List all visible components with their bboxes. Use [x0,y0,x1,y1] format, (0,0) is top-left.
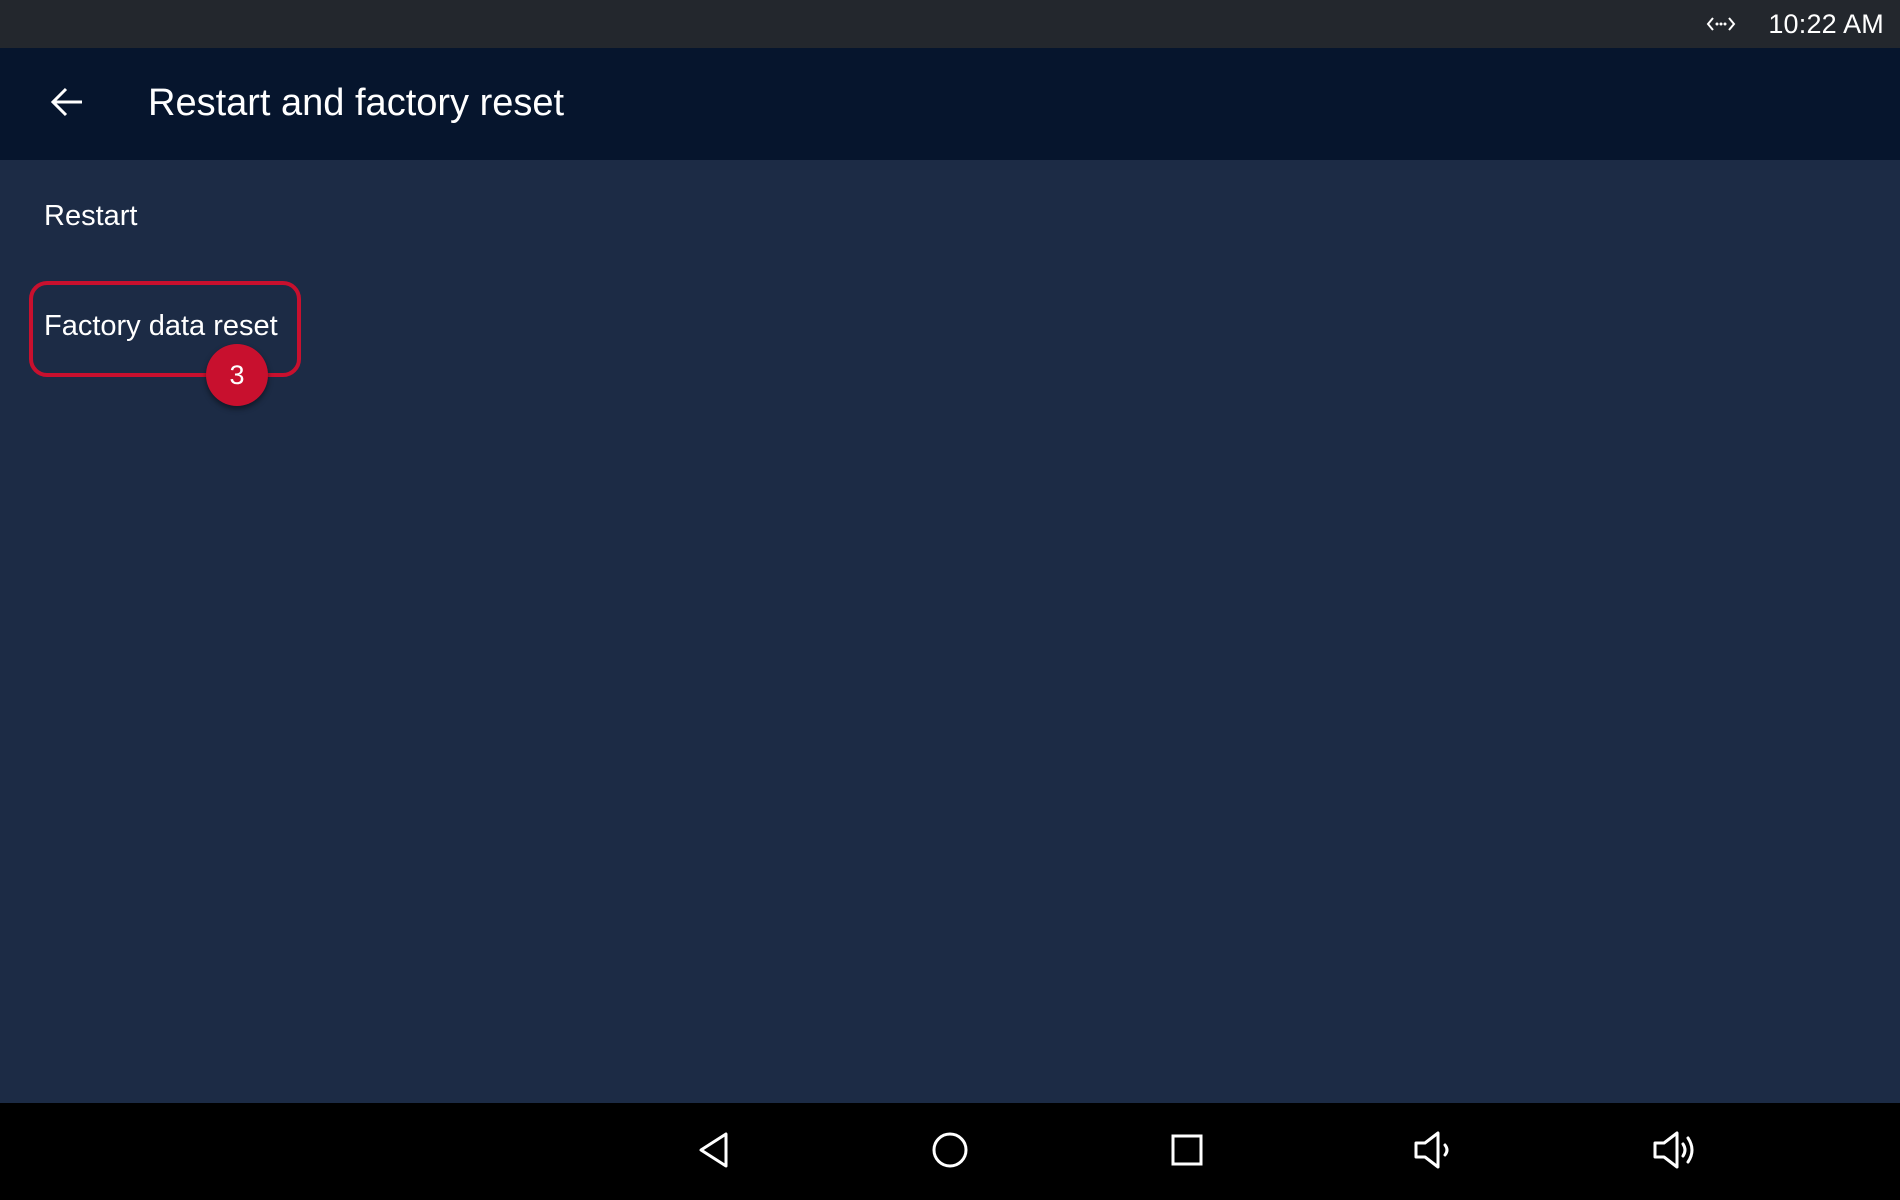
volume-down-button[interactable] [1404,1121,1466,1183]
square-recents-icon [1169,1132,1205,1173]
volume-down-icon [1412,1129,1458,1176]
restart-item[interactable]: Restart [44,200,137,233]
step-badge: 3 [206,344,268,406]
volume-up-icon [1651,1129,1701,1176]
back-button[interactable] [36,78,98,130]
navigation-bar [0,1103,1900,1200]
page-title: Restart and factory reset [148,82,565,124]
status-bar: 10:22 AM [0,0,1900,48]
settings-list: Restart Factory data reset 3 [0,160,1900,1103]
nav-home-button[interactable] [919,1121,981,1183]
app-bar: Restart and factory reset [0,48,1900,160]
circle-home-icon [930,1130,970,1175]
nav-recents-button[interactable] [1156,1121,1218,1183]
status-time: 10:22 AM [1768,8,1884,39]
triangle-back-icon [696,1130,732,1175]
nav-back-button[interactable] [683,1121,745,1183]
factory-data-reset-item[interactable]: Factory data reset [44,310,278,343]
connection-arrows-icon [1706,12,1736,36]
volume-up-button[interactable] [1645,1121,1707,1183]
arrow-left-icon [50,87,84,122]
